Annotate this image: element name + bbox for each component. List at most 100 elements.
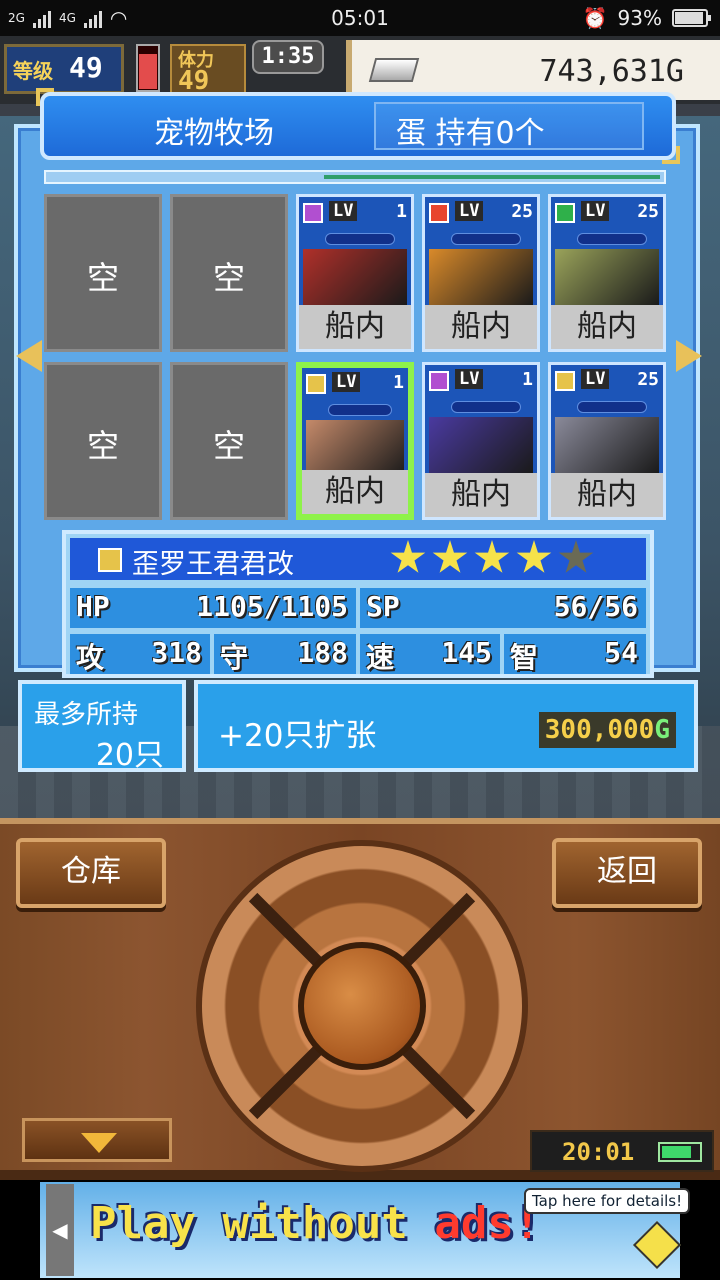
expand-price: 300,000G — [538, 712, 676, 748]
atk-value: 318 — [151, 636, 202, 669]
pet-portrait — [555, 249, 659, 305]
game-clock: 20:01 — [530, 1130, 714, 1172]
gold-display: 743,631G — [346, 40, 720, 100]
pet-slot[interactable]: LV 25 船内 — [548, 194, 666, 352]
max-capacity-label: 最多所持 — [34, 700, 139, 730]
star-filled-icon — [474, 540, 510, 573]
dpad-center-button[interactable] — [298, 942, 426, 1070]
pet-level-row: LV 25 — [555, 369, 659, 393]
ornament-corner-icon — [662, 146, 680, 164]
pet-portrait — [555, 417, 659, 473]
ad-headline[interactable]: Play without ads! — [90, 1198, 540, 1249]
pet-name-bar — [328, 404, 392, 416]
pet-level: 25 — [511, 201, 533, 222]
page-title: 宠物牧场 — [154, 116, 274, 151]
pet-location: 船内 — [299, 305, 411, 349]
ad-back-icon[interactable]: ◀ — [46, 1184, 74, 1276]
pet-location: 船内 — [425, 305, 537, 349]
ad-text-main: Play without — [90, 1198, 408, 1249]
pet-name-bar — [577, 401, 647, 413]
level-tag: LV — [581, 201, 610, 221]
pet-level: 1 — [522, 369, 533, 390]
egg-status-box: 蛋 持有0个 — [374, 102, 644, 151]
battery-percent: 93% — [617, 6, 662, 30]
status-right: ⏰ 93% — [582, 6, 711, 30]
spd-value: 145 — [441, 636, 492, 669]
sp-cell: SP 56/56 — [360, 588, 646, 628]
sp-value: 56/56 — [553, 590, 638, 623]
pet-location: 船内 — [551, 305, 663, 349]
pet-slot[interactable]: LV 1 船内 — [422, 362, 540, 520]
pet-portrait — [306, 420, 404, 476]
warehouse-button[interactable]: 仓库 — [16, 838, 166, 908]
expand-capacity-button[interactable]: +20只扩张 300,000G — [194, 680, 698, 772]
empty-pet-slot[interactable]: 空 — [170, 194, 288, 352]
pet-portrait — [429, 417, 533, 473]
pet-name-row: 歪罗王君君改 — [70, 538, 646, 580]
pet-location: 船内 — [551, 473, 663, 517]
back-button[interactable]: 返回 — [552, 838, 702, 908]
egg-status: 蛋 持有0个 — [396, 116, 545, 151]
empty-slot-label: 空 — [86, 259, 119, 297]
pet-slot[interactable]: LV 1 船内 — [296, 194, 414, 352]
alarm-icon: ⏰ — [582, 6, 608, 30]
sp-label: SP — [366, 590, 400, 623]
pet-slot-selected[interactable]: LV 1 船内 — [296, 362, 414, 520]
hp-label: HP — [76, 590, 110, 623]
empty-pet-slot[interactable]: 空 — [170, 362, 288, 520]
max-capacity-box: 最多所持 20只 — [18, 680, 186, 773]
ad-banner[interactable]: ◀ Play without ads! Tap here for details… — [0, 1180, 720, 1280]
pet-level: 1 — [393, 372, 404, 393]
expand-price-value: 300,000 — [544, 715, 655, 745]
pet-name-bar — [451, 401, 521, 413]
empty-slot-label: 空 — [86, 427, 119, 465]
spd-cell: 速 145 — [360, 634, 500, 674]
pet-location: 船内 — [425, 473, 537, 517]
ad-details-tip[interactable]: Tap here for details! — [524, 1188, 691, 1214]
pet-name-bar — [451, 233, 521, 245]
status-bar: 2G 4G ◠ 05:01 ⏰ 93% — [0, 0, 720, 36]
element-icon — [98, 548, 122, 572]
menu-down-button[interactable] — [22, 1118, 172, 1162]
prev-page-arrow-icon[interactable] — [16, 340, 42, 372]
star-filled-icon — [432, 540, 468, 573]
dpad[interactable] — [196, 840, 528, 1172]
element-icon — [303, 203, 323, 223]
def-label: 守 — [220, 641, 249, 674]
element-icon — [429, 371, 449, 391]
health-gauge — [136, 44, 160, 92]
level-tag: LV — [581, 369, 610, 389]
empty-pet-slot[interactable]: 空 — [44, 194, 162, 352]
pet-rarity-stars — [390, 540, 594, 576]
def-value: 188 — [297, 636, 348, 669]
next-page-arrow-icon[interactable] — [676, 340, 702, 372]
pet-name-bar — [577, 233, 647, 245]
empty-pet-slot[interactable]: 空 — [44, 362, 162, 520]
pet-portrait — [429, 249, 533, 305]
element-icon — [555, 371, 575, 391]
currency-label: G — [654, 715, 670, 745]
atk-label: 攻 — [76, 641, 105, 674]
pet-farm-header: 宠物牧场 蛋 持有0个 — [36, 88, 680, 164]
star-empty-icon — [558, 540, 594, 573]
empty-slot-label: 空 — [212, 259, 245, 297]
pet-level: 1 — [396, 201, 407, 222]
pet-level-row: LV 1 — [303, 201, 407, 225]
element-icon — [429, 203, 449, 223]
pet-level-row: LV 1 — [306, 372, 404, 396]
level-label: 等级 — [13, 59, 53, 83]
hud-timer: 1:35 — [252, 40, 324, 74]
pet-info-panel: 歪罗王君君改 HP 1105/1105 SP 56/56 攻 318 守 188… — [62, 530, 654, 678]
pet-slot[interactable]: LV 25 船内 — [548, 362, 666, 520]
pet-level-row: LV 25 — [555, 201, 659, 225]
stamina-box: 体力 49 — [170, 44, 246, 96]
def-cell: 守 188 — [214, 634, 356, 674]
player-level-box: 等级 49 — [4, 44, 124, 94]
element-icon — [555, 203, 575, 223]
pet-level-row: LV 25 — [429, 201, 533, 225]
game-clock-time: 20:01 — [562, 1138, 635, 1166]
star-filled-icon — [516, 540, 552, 573]
atk-cell: 攻 318 — [70, 634, 210, 674]
pet-slot[interactable]: LV 25 船内 — [422, 194, 540, 352]
pet-location: 船内 — [302, 470, 408, 514]
